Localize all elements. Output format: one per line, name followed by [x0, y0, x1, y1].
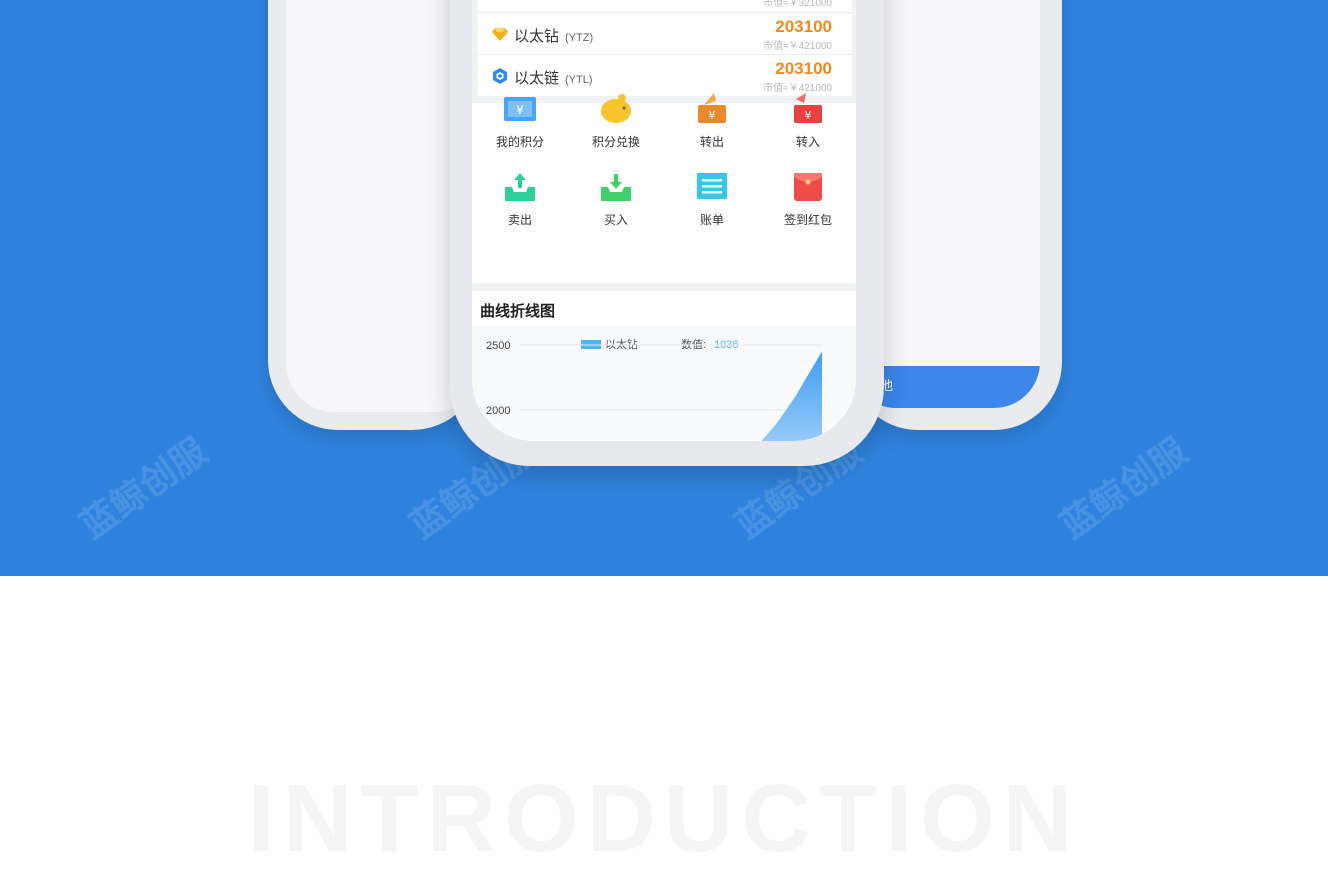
- buy-tray-icon: [601, 174, 631, 201]
- coin-row-ytz[interactable]: 以太钻 (YTZ) 203100 市值≈￥421000: [478, 12, 852, 54]
- points-ticket-icon: ¥: [504, 97, 536, 121]
- menu-label: 账单: [699, 213, 724, 227]
- coin-market-value: 市值≈￥321000: [763, 0, 832, 9]
- menu-label: 转入: [795, 135, 820, 149]
- coin-row-ytl[interactable]: 以太链 (YTL) 203100 市值≈￥421000: [478, 54, 852, 96]
- coin-row-top-partial: 市值≈￥321000: [478, 0, 852, 12]
- menu-item-bill[interactable]: 账单: [664, 169, 760, 245]
- bill-icon: [697, 173, 727, 199]
- svg-text:¥: ¥: [516, 103, 524, 117]
- coin-amount: 203100: [775, 17, 832, 36]
- coin-code: (YTL): [565, 74, 593, 86]
- red-envelope-icon: [794, 173, 822, 201]
- function-menu-grid: ¥ 我的积分 积分兑换 ¥ 转出 ¥ 转入 卖出 买入 账单 签到红包: [472, 93, 856, 283]
- menu-item-my-points[interactable]: ¥ 我的积分: [472, 91, 568, 167]
- menu-item-points-exchange[interactable]: 积分兑换: [568, 91, 664, 167]
- coin-name-text: 以太链: [514, 70, 560, 87]
- sell-tray-icon: [505, 173, 535, 201]
- diamond-icon: [492, 28, 508, 41]
- line-chart-card: 曲线折线图 以太钻 数值: 1036 2500 2000: [472, 291, 856, 441]
- legend-label: 以太钻: [605, 337, 638, 351]
- coin-code: (YTZ): [565, 32, 594, 44]
- menu-label: 我的积分: [495, 135, 544, 149]
- phone-screen: 市值≈￥321000 以太钻 (YTZ) 203100 市值≈￥421000 以…: [472, 0, 856, 441]
- coin-name-text: 以太钻: [514, 28, 560, 45]
- menu-item-checkin-red-envelope[interactable]: 签到红包: [760, 169, 856, 245]
- y-tick-label: 2000: [486, 405, 510, 417]
- coin-market-value: 市值≈￥421000: [763, 41, 832, 52]
- menu-label: 买入: [603, 213, 628, 227]
- chain-hex-icon: [493, 68, 507, 84]
- chart-area: 以太钻 数值: 1036 2500 2000: [472, 325, 856, 441]
- menu-item-sell[interactable]: 卖出: [472, 169, 568, 245]
- transfer-in-icon: ¥: [794, 93, 822, 123]
- transfer-out-icon: ¥: [698, 93, 726, 123]
- chart-title: 曲线折线图: [480, 303, 556, 320]
- chart-area-series: [761, 351, 822, 441]
- menu-item-transfer-in[interactable]: ¥ 转入: [760, 91, 856, 167]
- watermark: 蓝鲸创服: [72, 429, 215, 547]
- hero-banner: 蓝鲸创服 蓝鲸创服 蓝鲸创服 蓝鲸创服 他 市值≈￥321000 以太钻 (YTZ…: [0, 0, 1328, 576]
- piggy-bank-icon: [601, 94, 631, 123]
- menu-label: 卖出: [507, 213, 532, 227]
- chart-svg: 以太钻 数值: 1036 25002000: [486, 337, 822, 441]
- menu-item-buy[interactable]: 买入: [568, 169, 664, 245]
- menu-label: 积分兑换: [591, 135, 640, 149]
- menu-label: 签到红包: [783, 213, 832, 227]
- y-tick-label: 2500: [486, 340, 510, 352]
- coin-amount: 203100: [775, 59, 832, 78]
- svg-text:¥: ¥: [709, 109, 716, 122]
- coin-list: 市值≈￥321000 以太钻 (YTZ) 203100 市值≈￥421000 以…: [478, 0, 852, 96]
- intro-heading: INTRODUCTION: [248, 765, 1080, 872]
- coin-name: 以太钻 (YTZ): [514, 25, 593, 46]
- menu-label: 转出: [699, 135, 724, 149]
- menu-item-transfer-out[interactable]: ¥ 转出: [664, 91, 760, 167]
- coin-name: 以太链 (YTL): [514, 67, 593, 88]
- phone-mockup-front: 市值≈￥321000 以太钻 (YTZ) 203100 市值≈￥421000 以…: [450, 0, 884, 466]
- svg-text:¥: ¥: [805, 109, 812, 122]
- watermark: 蓝鲸创服: [1052, 429, 1195, 547]
